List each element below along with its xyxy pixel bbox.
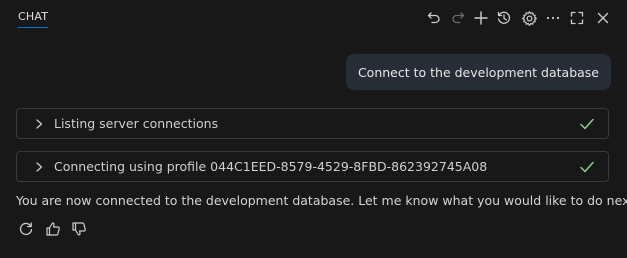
- retry-button[interactable]: [17, 220, 35, 238]
- add-icon: [474, 11, 488, 25]
- thumbs-up-button[interactable]: [44, 220, 62, 238]
- chevron-right-icon: [36, 162, 43, 172]
- tab-chat[interactable]: CHAT: [18, 10, 49, 28]
- user-message: Connect to the development database: [345, 54, 611, 90]
- close-button[interactable]: [593, 8, 613, 28]
- chevron-right-icon: [36, 119, 43, 129]
- more-actions-button[interactable]: [543, 8, 563, 28]
- assistant-response: You are now connected to the development…: [16, 193, 627, 208]
- tool-call-connect-profile[interactable]: Connecting using profile 044C1EED-8579-4…: [16, 151, 609, 182]
- thumbs-down-button[interactable]: [70, 220, 88, 238]
- thumbs-down-icon: [72, 222, 86, 236]
- user-message-text: Connect to the development database: [357, 64, 599, 80]
- history-icon: [497, 11, 511, 24]
- undo-icon: [427, 12, 440, 24]
- more-icon: [546, 16, 560, 20]
- check-icon: [580, 118, 594, 130]
- redo-icon: [452, 12, 465, 24]
- thumbs-up-icon: [46, 222, 60, 236]
- maximize-icon: [570, 11, 584, 25]
- retry-icon: [19, 222, 33, 236]
- tool-call-label: Listing server connections: [54, 116, 219, 131]
- gear-icon: [521, 10, 537, 26]
- tool-call-label: Connecting using profile 044C1EED-8579-4…: [54, 159, 488, 174]
- new-chat-button[interactable]: [471, 8, 491, 28]
- chat-header: CHAT: [0, 0, 627, 34]
- check-icon: [580, 161, 594, 173]
- close-icon: [597, 12, 609, 24]
- redo-button[interactable]: [448, 8, 468, 28]
- history-button[interactable]: [494, 8, 514, 28]
- tool-call-list-connections[interactable]: Listing server connections: [16, 108, 609, 139]
- maximize-button[interactable]: [567, 8, 587, 28]
- settings-button[interactable]: [519, 8, 539, 28]
- chat-panel: CHAT Connect to the development database…: [0, 0, 627, 258]
- undo-button[interactable]: [424, 8, 444, 28]
